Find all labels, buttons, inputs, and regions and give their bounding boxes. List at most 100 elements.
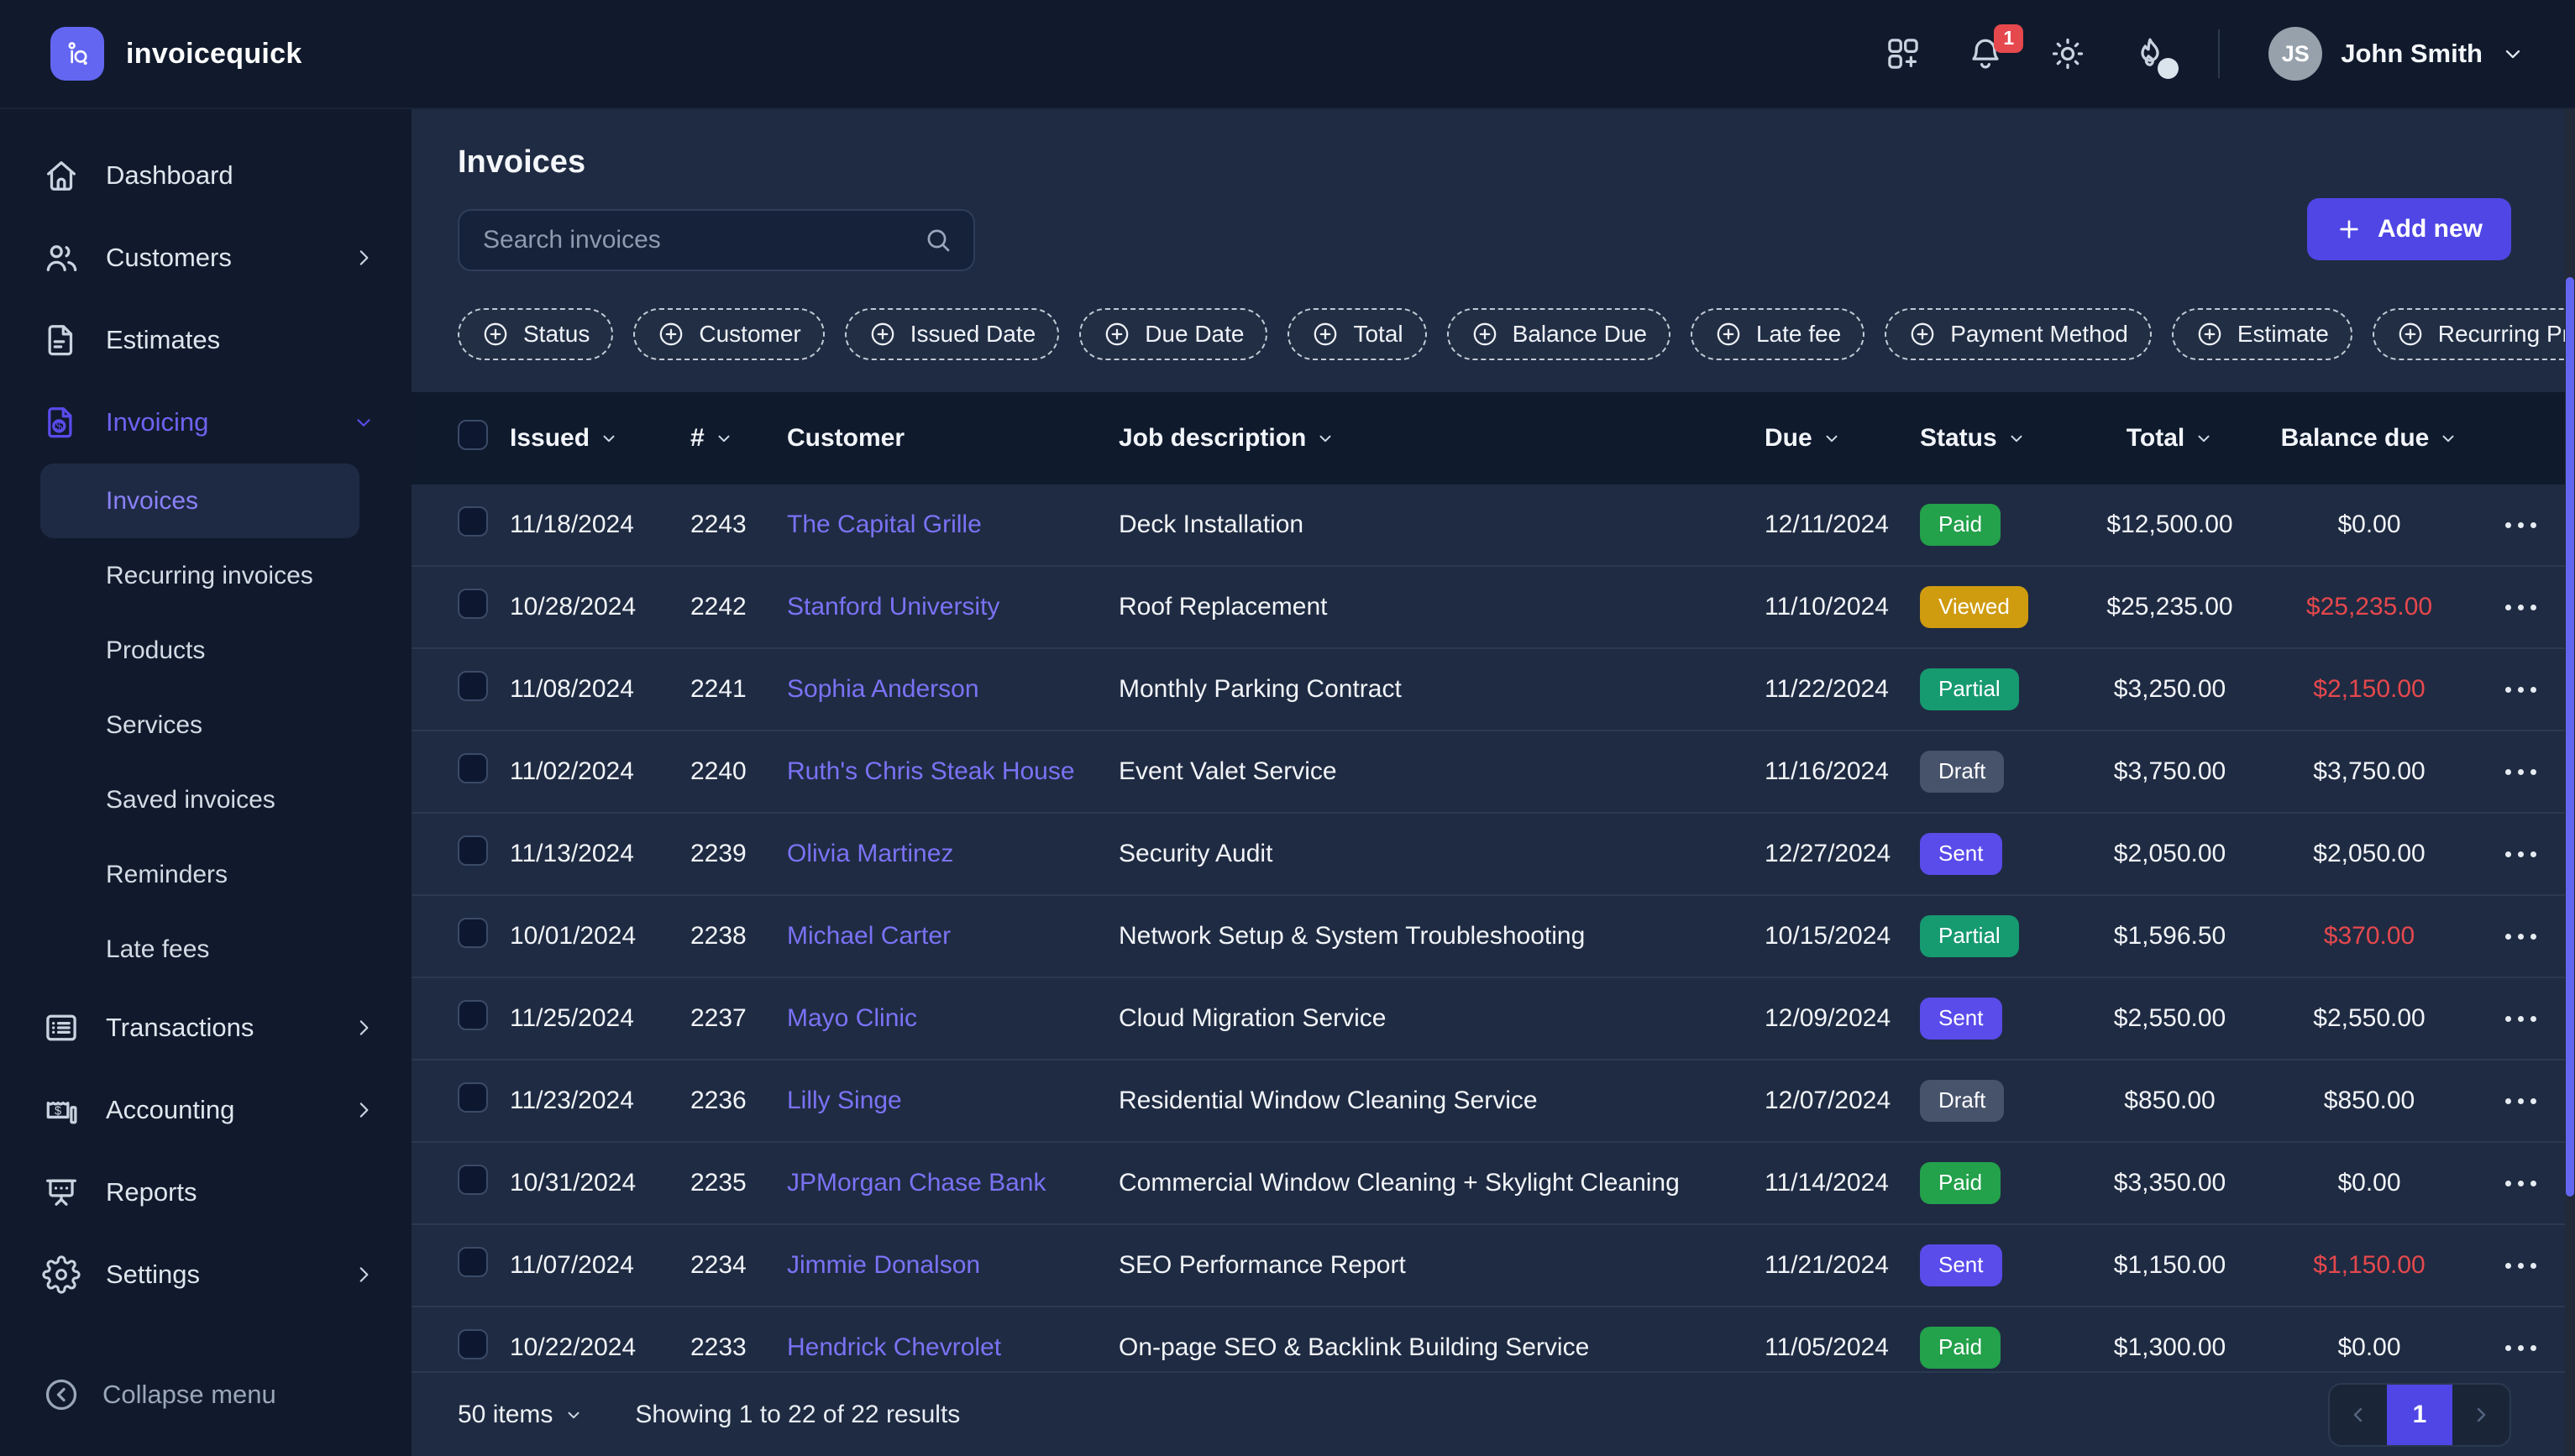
flame-icon[interactable]: [2131, 34, 2169, 73]
column-header-job-description[interactable]: Job description: [1119, 424, 1765, 453]
sort-chevron-icon: [1822, 429, 1841, 448]
customer-link[interactable]: Ruth's Chris Steak House: [787, 757, 1119, 786]
column-header-total[interactable]: Total: [2084, 424, 2256, 453]
page-size-select[interactable]: 50 items: [458, 1401, 583, 1429]
filter-chip-payment-method[interactable]: Payment Method: [1885, 308, 2152, 360]
sidebar-item-transactions[interactable]: Transactions: [0, 987, 412, 1069]
row-checkbox[interactable]: [458, 589, 488, 619]
job-description: On-page SEO & Backlink Building Service: [1119, 1333, 1765, 1362]
bell-icon[interactable]: 1: [1966, 34, 2005, 73]
apps-add-icon[interactable]: [1884, 34, 1922, 73]
sidebar-subitem-late-fees[interactable]: Late fees: [40, 912, 359, 987]
invoice-number: 2237: [690, 1004, 787, 1033]
prev-page-button[interactable]: [2330, 1385, 2387, 1445]
sidebar-item-accounting[interactable]: $ Accounting: [0, 1069, 412, 1151]
sidebar-subitem-services[interactable]: Services: [40, 688, 359, 762]
row-actions-button[interactable]: [2497, 925, 2545, 948]
sidebar-item-dashboard[interactable]: Dashboard: [0, 134, 412, 217]
customer-link[interactable]: Michael Carter: [787, 922, 1119, 951]
next-page-button[interactable]: [2452, 1385, 2509, 1445]
customer-link[interactable]: Sophia Anderson: [787, 675, 1119, 704]
column-header-status[interactable]: Status: [1920, 424, 2084, 453]
row-checkbox[interactable]: [458, 1165, 488, 1195]
filter-chip-total[interactable]: Total: [1288, 308, 1426, 360]
filter-chip-recurring-profile[interactable]: Recurring Profile: [2373, 308, 2575, 360]
sidebar-subitem-recurring-invoices[interactable]: Recurring invoices: [40, 538, 359, 613]
invoice-number: 2239: [690, 840, 787, 868]
row-actions-button[interactable]: [2497, 843, 2545, 866]
sun-icon[interactable]: [2048, 34, 2087, 73]
row-actions-button[interactable]: [2497, 514, 2545, 537]
row-actions-button[interactable]: [2497, 1337, 2545, 1359]
invoicing-submenu: Invoices Recurring invoices Products Ser…: [0, 464, 412, 987]
current-page-button[interactable]: 1: [2387, 1385, 2452, 1445]
row-checkbox[interactable]: [458, 1247, 488, 1277]
column-header-due[interactable]: Due: [1765, 424, 1920, 453]
row-checkbox[interactable]: [458, 1000, 488, 1030]
sidebar-subitem-saved-invoices[interactable]: Saved invoices: [40, 762, 359, 837]
row-actions-button[interactable]: [2497, 1008, 2545, 1030]
add-new-button[interactable]: Add new: [2307, 198, 2511, 260]
row-actions-button[interactable]: [2497, 596, 2545, 619]
customer-link[interactable]: JPMorgan Chase Bank: [787, 1169, 1119, 1197]
row-actions-button[interactable]: [2497, 1254, 2545, 1277]
row-checkbox[interactable]: [458, 671, 488, 701]
scrollbar-track[interactable]: [2565, 109, 2575, 1456]
balance-due-amount: $0.00: [2256, 1333, 2483, 1362]
invoice-row: 11/02/2024 2240 Ruth's Chris Steak House…: [412, 731, 2575, 814]
status-badge: Viewed: [1920, 586, 2028, 628]
balance-due-amount: $1,150.00: [2256, 1251, 2483, 1280]
customer-link[interactable]: Lilly Singe: [787, 1087, 1119, 1115]
brand-name: invoicequick: [126, 38, 302, 71]
row-checkbox[interactable]: [458, 1329, 488, 1359]
search-box: [458, 209, 975, 271]
filter-chip-balance-due[interactable]: Balance Due: [1447, 308, 1670, 360]
customer-link[interactable]: Stanford University: [787, 593, 1119, 621]
column-header-issued[interactable]: Issued: [510, 424, 690, 453]
balance-due-amount: $2,050.00: [2256, 840, 2483, 868]
customer-link[interactable]: The Capital Grille: [787, 511, 1119, 539]
due-date: 12/27/2024: [1765, 840, 1920, 868]
row-checkbox[interactable]: [458, 506, 488, 537]
chevron-down-icon: [353, 411, 375, 433]
filter-chip-issued-date[interactable]: Issued Date: [845, 308, 1059, 360]
row-actions-button[interactable]: [2497, 1172, 2545, 1195]
row-actions-button[interactable]: [2497, 1090, 2545, 1113]
chevron-right-icon: [353, 1264, 375, 1286]
filter-chip-status[interactable]: Status: [458, 308, 613, 360]
collapse-menu-button[interactable]: Collapse menu: [0, 1357, 412, 1432]
column-header-customer[interactable]: Customer: [787, 424, 1119, 453]
job-description: Network Setup & System Troubleshooting: [1119, 922, 1765, 951]
customer-link[interactable]: Hendrick Chevrolet: [787, 1333, 1119, 1362]
sidebar-subitem-invoices[interactable]: Invoices: [40, 464, 359, 538]
search-input[interactable]: [481, 225, 923, 255]
scrollbar-thumb[interactable]: [2566, 277, 2574, 1197]
filter-chip-customer[interactable]: Customer: [633, 308, 824, 360]
sidebar-item-customers[interactable]: Customers: [0, 217, 412, 299]
sidebar-item-estimates[interactable]: Estimates: [0, 299, 412, 381]
invoice-row: 10/31/2024 2235 JPMorgan Chase Bank Comm…: [412, 1143, 2575, 1225]
filter-chip-late-fee[interactable]: Late fee: [1691, 308, 1864, 360]
invoice-table: Issued # Customer Job description Due St…: [412, 392, 2575, 1390]
customer-link[interactable]: Olivia Martinez: [787, 840, 1119, 868]
filter-chip-estimate[interactable]: Estimate: [2172, 308, 2352, 360]
row-checkbox[interactable]: [458, 918, 488, 948]
customer-link[interactable]: Jimmie Donalson: [787, 1251, 1119, 1280]
user-menu[interactable]: JS John Smith: [2268, 27, 2525, 81]
sidebar-subitem-reminders[interactable]: Reminders: [40, 837, 359, 912]
sidebar-item-invoicing[interactable]: $ Invoicing: [0, 381, 412, 464]
column-header-balance-due[interactable]: Balance due: [2256, 424, 2483, 453]
sidebar-item-reports[interactable]: Reports: [0, 1151, 412, 1233]
column-header-number[interactable]: #: [690, 424, 787, 453]
sidebar-subitem-products[interactable]: Products: [40, 613, 359, 688]
row-checkbox[interactable]: [458, 1082, 488, 1113]
row-actions-button[interactable]: [2497, 761, 2545, 783]
customer-link[interactable]: Mayo Clinic: [787, 1004, 1119, 1033]
filter-chip-due-date[interactable]: Due Date: [1079, 308, 1267, 360]
row-checkbox[interactable]: [458, 835, 488, 866]
select-all-checkbox[interactable]: [458, 420, 488, 450]
row-checkbox[interactable]: [458, 753, 488, 783]
accounting-icon: $: [42, 1091, 81, 1129]
sidebar-item-settings[interactable]: Settings: [0, 1233, 412, 1316]
row-actions-button[interactable]: [2497, 678, 2545, 701]
